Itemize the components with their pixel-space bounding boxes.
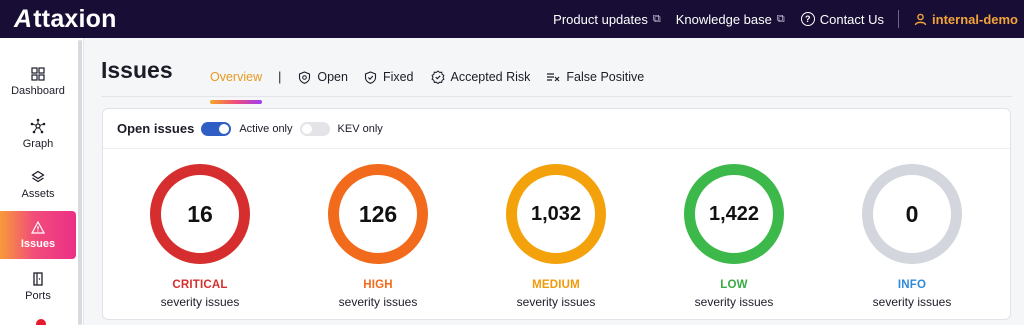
severity-level: CRITICAL bbox=[172, 279, 228, 291]
sidebar-item-ports[interactable]: Ports bbox=[0, 263, 76, 311]
user-icon bbox=[914, 13, 927, 25]
sidebar-item-dashboard[interactable]: Dashboard bbox=[0, 58, 76, 106]
external-link-icon: ⧉ bbox=[652, 12, 661, 25]
external-link-icon: ⧉ bbox=[776, 12, 785, 25]
card-header: Open issues Active only KEV only bbox=[103, 109, 1010, 149]
severity-ring: 1,032 bbox=[506, 164, 606, 264]
severity-count: 1,032 bbox=[530, 202, 582, 225]
severity-subtitle: severity issues bbox=[872, 295, 952, 309]
severity-count: 16 bbox=[187, 200, 213, 227]
severity-level: HIGH bbox=[363, 279, 393, 291]
sidebar-item-issues[interactable]: Issues bbox=[0, 211, 76, 259]
tab-overview[interactable]: Overview bbox=[210, 70, 263, 104]
contact-us-link[interactable]: ? Contact Us bbox=[800, 11, 885, 27]
tab-label: Fixed bbox=[382, 70, 414, 84]
user-name: internal-demo bbox=[932, 11, 1018, 27]
severity-count: 126 bbox=[358, 200, 398, 227]
tab-label: Open bbox=[317, 70, 348, 84]
tab-false-positive[interactable]: False Positive bbox=[546, 70, 644, 84]
tab-separator: | bbox=[278, 70, 282, 84]
tab-fixed[interactable]: Fixed bbox=[364, 70, 414, 84]
severity-level: MEDIUM bbox=[532, 279, 580, 291]
sidebar-item-graph[interactable]: Graph bbox=[0, 110, 76, 158]
knowledge-base-link[interactable]: Knowledge base ⧉ bbox=[676, 12, 785, 27]
severity-ring: 16 bbox=[150, 164, 250, 264]
top-bar: Attaxion Product updates ⧉ Knowledge bas… bbox=[0, 0, 1024, 38]
check-shield-icon bbox=[364, 70, 376, 84]
kev-only-toggle[interactable] bbox=[299, 121, 330, 136]
product-updates-link[interactable]: Product updates ⧉ bbox=[553, 12, 661, 27]
severity-subtitle: severity issues bbox=[160, 295, 240, 309]
sidebar-scrollbar[interactable] bbox=[78, 40, 82, 325]
severity-critical[interactable]: 16 CRITICAL severity issues bbox=[120, 164, 280, 309]
severity-subtitle: severity issues bbox=[516, 295, 596, 309]
sidebar-item-label: Graph bbox=[22, 138, 54, 150]
tabs-divider bbox=[101, 96, 1012, 97]
logo-text: ttaxion bbox=[33, 4, 117, 33]
severity-subtitle: severity issues bbox=[338, 295, 418, 309]
tab-open[interactable]: Open bbox=[298, 70, 348, 84]
card-title: Open issues bbox=[117, 121, 195, 136]
logo-initial: A bbox=[14, 4, 33, 33]
dashboard-icon bbox=[31, 67, 45, 81]
attaxion-logo[interactable]: Attaxion bbox=[14, 2, 117, 36]
graph-icon bbox=[30, 118, 46, 134]
warning-icon bbox=[31, 220, 45, 234]
severity-count: 0 bbox=[905, 200, 919, 227]
kev-only-label: KEV only bbox=[337, 122, 383, 135]
issues-tabs: Overview | Open Fixed Accepted Risk Fals… bbox=[210, 62, 644, 104]
open-issues-card: Open issues Active only KEV only 16 CRIT… bbox=[102, 108, 1011, 320]
severity-subtitle: severity issues bbox=[694, 295, 774, 309]
severity-high[interactable]: 126 HIGH severity issues bbox=[298, 164, 458, 309]
user-menu[interactable]: internal-demo bbox=[914, 12, 1018, 27]
severity-level: INFO bbox=[897, 279, 927, 291]
sidebar-item-label: Dashboard bbox=[11, 85, 65, 97]
active-only-toggle[interactable] bbox=[201, 121, 232, 136]
severity-info[interactable]: 0 INFO severity issues bbox=[832, 164, 992, 309]
knowledge-base-label: Knowledge base bbox=[675, 11, 772, 27]
help-icon: ? bbox=[800, 12, 815, 26]
notification-dot bbox=[36, 319, 46, 325]
sidebar-item-label: Assets bbox=[21, 188, 55, 200]
active-only-label: Active only bbox=[239, 122, 293, 135]
severity-medium[interactable]: 1,032 MEDIUM severity issues bbox=[476, 164, 636, 309]
top-divider bbox=[898, 10, 900, 28]
sidebar: Dashboard Graph Assets Issues Ports bbox=[0, 38, 84, 325]
toggle-knob bbox=[301, 123, 312, 134]
severity-ring: 1,422 bbox=[684, 164, 784, 264]
sidebar-item-assets[interactable]: Assets bbox=[0, 161, 76, 209]
contact-us-label: Contact Us bbox=[819, 11, 885, 27]
assets-icon bbox=[31, 170, 45, 183]
top-links: Product updates ⧉ Knowledge base ⧉ ? Con… bbox=[553, 0, 1024, 38]
severity-count: 1,422 bbox=[708, 202, 760, 225]
sidebar-item-label: Ports bbox=[25, 290, 51, 302]
badge-check-icon bbox=[430, 70, 445, 84]
product-updates-label: Product updates bbox=[553, 11, 648, 27]
tab-label: Accepted Risk bbox=[450, 70, 531, 84]
list-x-icon bbox=[547, 73, 560, 82]
tab-accepted-risk[interactable]: Accepted Risk bbox=[430, 70, 531, 84]
severity-ring: 126 bbox=[328, 164, 428, 264]
tab-label: False Positive bbox=[566, 70, 645, 84]
door-icon bbox=[33, 272, 43, 286]
page-title: Issues bbox=[101, 57, 173, 83]
toggle-knob bbox=[219, 123, 230, 134]
severity-low[interactable]: 1,422 LOW severity issues bbox=[654, 164, 814, 309]
severity-ring: 0 bbox=[862, 164, 962, 264]
severity-level: LOW bbox=[720, 279, 748, 291]
sidebar-item-label: Issues bbox=[20, 237, 56, 250]
tab-label: Overview bbox=[210, 70, 263, 84]
open-shield-icon bbox=[299, 70, 311, 84]
